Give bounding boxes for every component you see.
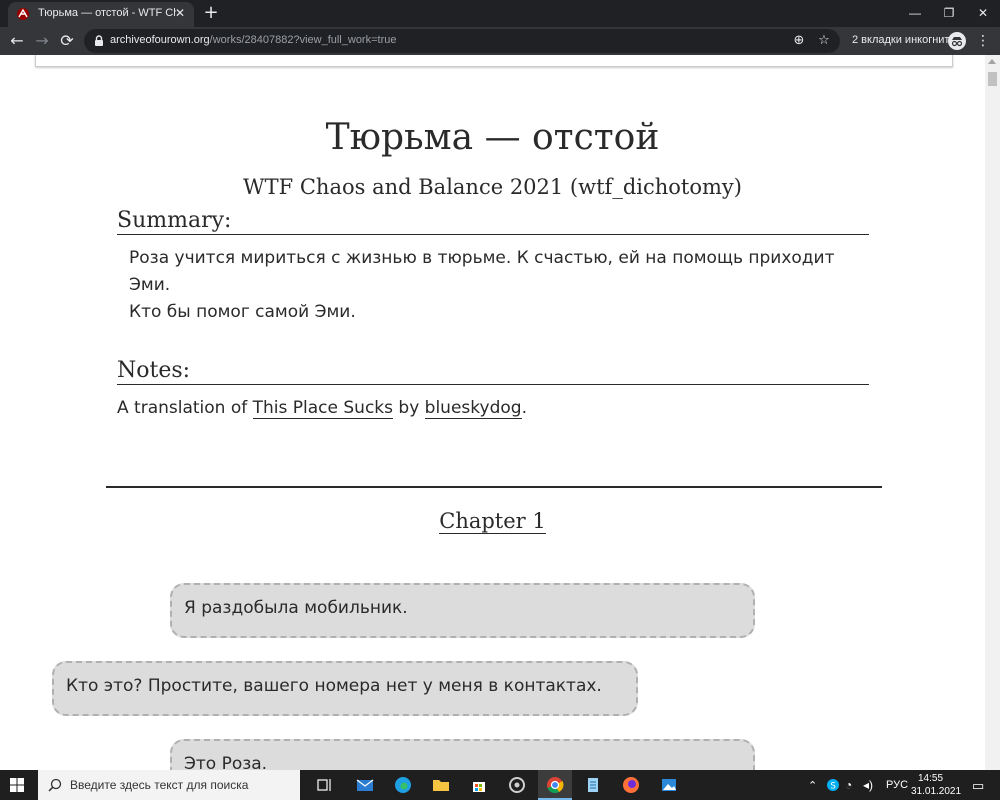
summary-line: Роза учится мириться с жизнью в тюрьме. … [129,248,835,295]
menu-dots-icon[interactable]: ⋮ [974,31,992,51]
zoom-icon[interactable]: ⊕ [790,32,808,50]
lock-icon [95,35,103,46]
task-view-icon[interactable] [308,770,342,800]
browser-tab[interactable]: Тюрьма — отстой - WTF Chaos ✕ [8,2,194,27]
minimize-icon[interactable]: — [898,0,932,27]
incognito-label[interactable]: 2 вкладки инкогнито [852,34,955,46]
url-text: archiveofourown.org/works/28407882?view_… [110,34,397,46]
ao3-favicon-icon [17,8,29,20]
store-icon[interactable] [462,770,496,800]
notes-text: A translation of This Place Sucks by blu… [117,398,527,419]
forward-arrow-icon[interactable]: → [31,30,53,52]
summary-line: Кто бы помог самой Эми. [129,302,356,322]
edge-browser-icon[interactable] [386,770,420,800]
incognito-icon[interactable] [948,32,966,50]
original-work-link[interactable]: This Place Sucks [252,398,393,419]
message-bubble: Кто это? Простите, вашего номера нет у м… [52,661,638,716]
scroll-up-icon[interactable] [988,59,996,64]
search-icon [48,778,62,792]
scroll-thumb[interactable] [988,72,997,86]
tab-close-icon[interactable]: ✕ [172,5,188,21]
bookmark-star-icon[interactable]: ☆ [815,32,833,50]
app-icon[interactable] [500,770,534,800]
message-bubble: Это Роза. [170,739,755,770]
clock-time[interactable]: 14:55 [918,773,943,784]
chrome-icon[interactable] [538,770,572,800]
windows-start-icon[interactable] [10,778,24,792]
language-indicator[interactable]: РУС [886,779,908,791]
taskbar: Введите здесь текст для поиска ⌃ S ◔ ◂) … [0,770,1000,800]
work-title: Тюрьма — отстой [325,117,660,158]
page-viewport: Тюрьма — отстой WTF Chaos and Balance 20… [0,55,1000,770]
address-bar[interactable]: archiveofourown.org/works/28407882?view_… [84,29,840,53]
notepad-icon[interactable] [576,770,610,800]
new-tab-icon[interactable]: + [202,3,220,23]
author-link[interactable]: blueskydog [424,398,522,419]
reload-icon[interactable]: ⟳ [56,30,78,52]
tab-bar: Тюрьма — отстой - WTF Chaos ✕ + — ❐ ✕ [0,0,1000,27]
svg-text:S: S [830,782,836,792]
scrollbar[interactable] [985,55,1000,770]
chapter-title: Chapter 1 [0,509,985,534]
summary-text: Роза учится мириться с жизнью в тюрьме. … [129,245,849,326]
skype-tray-icon[interactable]: S [826,778,840,792]
taskbar-search-box[interactable]: Введите здесь текст для поиска [38,770,300,800]
volume-icon[interactable]: ◂) [863,778,873,792]
notes-heading: Notes: [117,358,869,385]
browser-toolbar: ← → ⟳ archiveofourown.org/works/28407882… [0,27,1000,55]
tab-title: Тюрьма — отстой - WTF Chaos [38,7,176,19]
collection-name: WTF Chaos and Balance 2021 (wtf_dichotom… [243,175,742,199]
clock-date[interactable]: 31.01.2021 [911,786,961,797]
network-icon[interactable]: ◔ [845,778,852,792]
summary-heading: Summary: [117,208,869,235]
mail-icon[interactable] [348,770,382,800]
photos-icon[interactable] [652,770,686,800]
tray-chevron-icon[interactable]: ⌃ [808,779,817,792]
notifications-icon[interactable]: ▭ [972,778,984,794]
chapter-divider [106,486,882,488]
site-header-edge [35,55,953,67]
chapter-title-link[interactable]: Chapter 1 [439,509,546,534]
firefox-icon[interactable] [614,770,648,800]
search-placeholder: Введите здесь текст для поиска [70,778,249,792]
window-close-icon[interactable]: ✕ [966,0,1000,27]
file-explorer-icon[interactable] [424,770,458,800]
back-arrow-icon[interactable]: ← [6,30,28,52]
message-bubble: Я раздобыла мобильник. [170,583,755,638]
restore-icon[interactable]: ❐ [932,0,966,27]
